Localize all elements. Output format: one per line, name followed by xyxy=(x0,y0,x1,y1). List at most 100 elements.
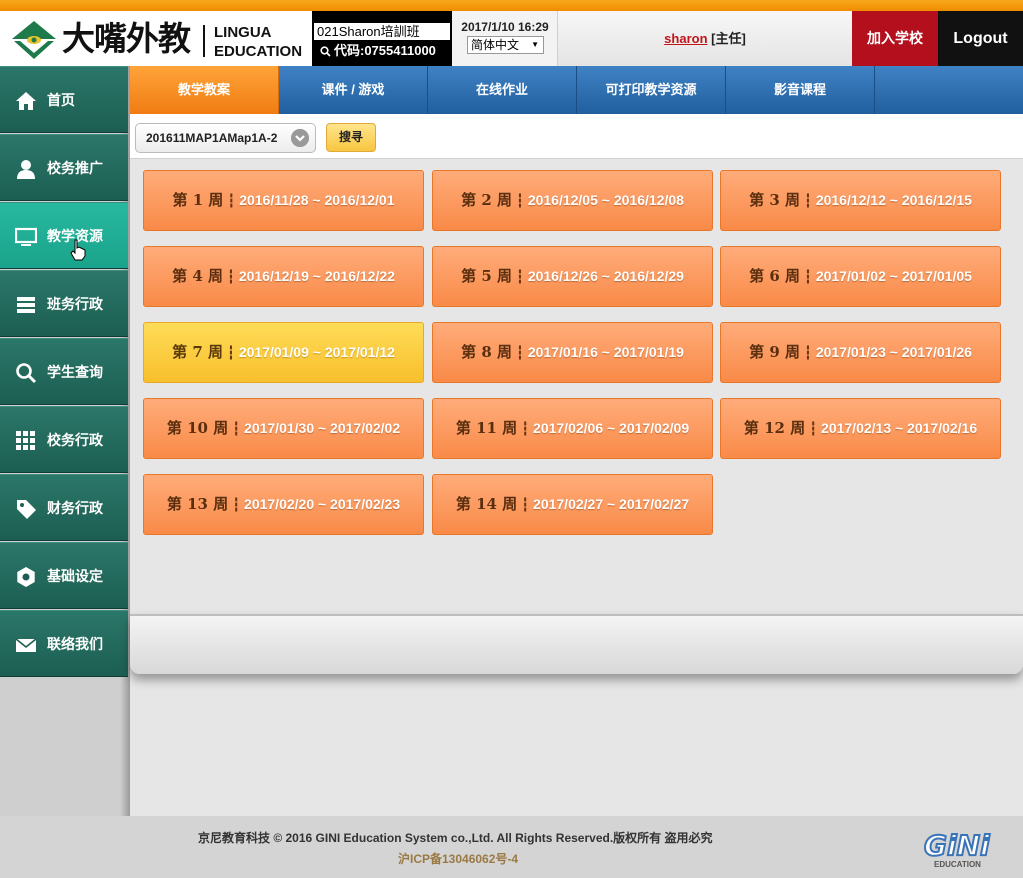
week-number: 第 3 周 xyxy=(749,191,800,209)
sidebar-item-label: 基础设定 xyxy=(47,568,103,584)
gini-logo-text: GiNi xyxy=(924,829,990,862)
week-card[interactable]: 第 1 周 ┇ 2016/11/28 ~ 2016/12/01 xyxy=(143,170,424,231)
week-card[interactable]: 第 6 周 ┇ 2017/01/02 ~ 2017/01/05 xyxy=(720,246,1001,307)
week-dates: 2016/12/05 ~ 2016/12/08 xyxy=(527,192,684,208)
sidebar-item-promotion[interactable]: 校务推广 xyxy=(0,134,128,201)
gear-icon xyxy=(17,567,35,587)
week-card[interactable]: 第 2 周 ┇ 2016/12/05 ~ 2016/12/08 xyxy=(432,170,713,231)
week-number: 第 5 周 xyxy=(461,267,512,285)
resource-tabs: 教学教案 课件 / 游戏 在线作业 可打印教学资源 影音课程 xyxy=(130,66,1023,114)
mail-icon xyxy=(15,638,37,652)
search-icon xyxy=(16,363,37,384)
sidebar-item-class-admin[interactable]: 班务行政 xyxy=(0,270,128,337)
separator-icon: ┇ xyxy=(521,497,530,512)
week-card[interactable]: 第 3 周 ┇ 2016/12/12 ~ 2016/12/15 xyxy=(720,170,1001,231)
school-name[interactable]: 021Sharon培訓班 xyxy=(314,23,450,40)
separator-icon: ┇ xyxy=(232,421,241,436)
separator-icon: ┇ xyxy=(803,269,812,284)
week-dates: 2016/12/12 ~ 2016/12/15 xyxy=(815,192,972,208)
gini-logo-sub: EDUCATION xyxy=(934,860,981,869)
language-select[interactable]: 简体中文 ▼ xyxy=(467,36,544,54)
week-number: 第 6 周 xyxy=(749,267,800,285)
week-number: 第 12 周 xyxy=(743,419,806,437)
week-dates: 2017/02/13 ~ 2017/02/16 xyxy=(821,420,978,436)
course-select[interactable]: 201611MAP1AMap1A-2 xyxy=(135,123,316,153)
week-card[interactable]: 第 4 周 ┇ 2016/12/19 ~ 2016/12/22 xyxy=(143,246,424,307)
sidebar-item-basic-settings[interactable]: 基础设定 xyxy=(0,542,128,609)
week-card[interactable]: 第 14 周 ┇ 2017/02/27 ~ 2017/02/27 xyxy=(432,474,713,535)
monitor-icon xyxy=(15,227,37,246)
separator-icon: ┇ xyxy=(515,269,524,284)
tab-courseware-games[interactable]: 课件 / 游戏 xyxy=(279,66,428,114)
sidebar-item-label: 联络我们 xyxy=(47,636,103,652)
week-card[interactable]: 第 5 周 ┇ 2016/12/26 ~ 2016/12/29 xyxy=(432,246,713,307)
language-value: 简体中文 xyxy=(471,38,520,52)
top-accent-strip xyxy=(0,0,1023,11)
tab-online-homework[interactable]: 在线作业 xyxy=(428,66,577,114)
week-card[interactable]: 第 12 周 ┇ 2017/02/13 ~ 2017/02/16 xyxy=(720,398,1001,459)
week-number: 第 13 周 xyxy=(166,495,229,513)
week-dates: 2017/02/27 ~ 2017/02/27 xyxy=(533,496,690,512)
brand-logo[interactable]: 大嘴外教 LINGUA EDUCATION xyxy=(0,11,312,66)
separator-icon: ┇ xyxy=(227,193,236,208)
bottom-panel xyxy=(130,614,1023,674)
gini-education-logo: GiNi EDUCATION xyxy=(923,828,991,869)
separator-icon: ┇ xyxy=(803,193,812,208)
tag-icon xyxy=(17,500,36,519)
footer: 京尼教育科技 © 2016 GINI Education System co.,… xyxy=(0,816,1023,878)
tab-video-courses[interactable]: 影音课程 xyxy=(726,66,875,114)
course-select-value: 201611MAP1AMap1A-2 xyxy=(146,131,278,145)
user-name-link[interactable]: sharon xyxy=(664,31,707,46)
separator-icon: ┇ xyxy=(232,497,241,512)
sidebar-item-label: 班务行政 xyxy=(47,296,103,312)
week-dates: 2017/01/30 ~ 2017/02/02 xyxy=(244,420,401,436)
sidebar-item-home[interactable]: 首页 xyxy=(0,66,128,133)
separator-icon: ┇ xyxy=(226,345,235,360)
sidebar-item-school-admin[interactable]: 校务行政 xyxy=(0,406,128,473)
separator-icon: ┇ xyxy=(803,345,812,360)
week-card[interactable]: 第 8 周 ┇ 2017/01/16 ~ 2017/01/19 xyxy=(432,322,713,383)
logo-emblem-icon xyxy=(12,21,56,59)
week-dates: 2017/02/06 ~ 2017/02/09 xyxy=(533,420,690,436)
separator-icon: ┇ xyxy=(521,421,530,436)
logo-divider xyxy=(203,25,205,57)
brand-cn-name: 大嘴外教 xyxy=(62,19,191,58)
grid-icon xyxy=(16,431,35,450)
week-card[interactable]: 第 9 周 ┇ 2017/01/23 ~ 2017/01/26 xyxy=(720,322,1001,383)
sidebar-item-teaching-resources[interactable]: 教学资源 xyxy=(0,202,128,269)
separator-icon: ┇ xyxy=(515,345,524,360)
icp-link[interactable]: 沪ICP备13046062号-4 xyxy=(398,850,518,867)
dropdown-arrow-icon: ▼ xyxy=(531,40,539,49)
sidebar-item-label: 首页 xyxy=(47,92,75,108)
week-number: 第 14 周 xyxy=(455,495,518,513)
week-card[interactable]: 第 13 周 ┇ 2017/02/20 ~ 2017/02/23 xyxy=(143,474,424,535)
join-school-button[interactable]: 加入学校 xyxy=(852,11,938,66)
week-number: 第 1 周 xyxy=(172,191,224,209)
sidebar-item-label: 学生查询 xyxy=(47,364,103,380)
week-number: 第 4 周 xyxy=(172,267,223,285)
tab-lesson-plans[interactable]: 教学教案 xyxy=(130,66,279,114)
week-card-current[interactable]: 第 7 周 ┇ 2017/01/09 ~ 2017/01/12 xyxy=(143,322,424,383)
tab-printable-resources[interactable]: 可打印教学资源 xyxy=(577,66,726,114)
week-dates: 2017/01/02 ~ 2017/01/05 xyxy=(815,268,972,284)
separator-icon: ┇ xyxy=(809,421,818,436)
hand-cursor-icon xyxy=(70,239,86,261)
user-role: [主任] xyxy=(711,31,746,46)
sidebar-item-student-search[interactable]: 学生查询 xyxy=(0,338,128,405)
brand-en-line2: EDUCATION xyxy=(214,43,303,60)
logout-button[interactable]: Logout xyxy=(938,11,1023,66)
school-info: 021Sharon培訓班 代码:0755411000 xyxy=(312,11,452,66)
sidebar-item-contact-us[interactable]: 联络我们 xyxy=(0,610,128,677)
week-dates: 2016/12/26 ~ 2016/12/29 xyxy=(527,268,684,284)
school-code-text: 代码:0755411000 xyxy=(334,43,436,58)
brand-en-line1: LINGUA xyxy=(214,24,272,41)
school-code: 代码:0755411000 xyxy=(320,42,436,60)
sidebar: 首页 校务推广 教学资源 班务行政 学生查询 校务行政 财务行政 基础设定 联络… xyxy=(0,66,130,816)
search-button[interactable]: 搜寻 xyxy=(326,123,376,152)
sidebar-item-label: 财务行政 xyxy=(47,500,103,516)
sidebar-item-finance[interactable]: 财务行政 xyxy=(0,474,128,541)
week-card[interactable]: 第 10 周 ┇ 2017/01/30 ~ 2017/02/02 xyxy=(143,398,424,459)
datetime-box: 2017/1/10 16:29 简体中文 ▼ xyxy=(452,11,558,66)
week-card[interactable]: 第 11 周 ┇ 2017/02/06 ~ 2017/02/09 xyxy=(432,398,713,459)
week-dates: 2017/01/16 ~ 2017/01/19 xyxy=(527,344,684,360)
